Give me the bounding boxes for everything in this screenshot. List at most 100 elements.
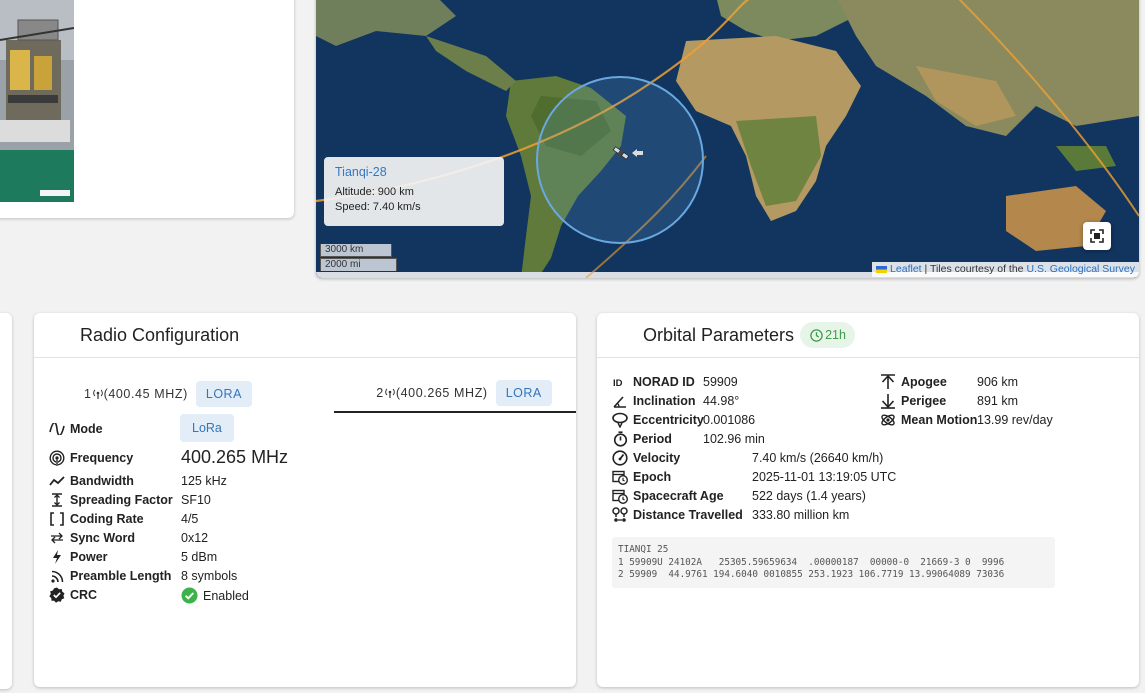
eccentricity-label: Eccentricity <box>633 413 704 427</box>
fullscreen-button[interactable] <box>1083 222 1111 250</box>
tab-1-frequency: (400.45 MHZ) <box>103 387 188 401</box>
verified-badge-icon <box>48 586 66 604</box>
spacecraft-age-label: Spacecraft Age <box>633 489 724 503</box>
coding-rate-value: 4/5 <box>181 512 199 526</box>
preamble-length-value: 8 symbols <box>181 569 238 583</box>
rss-signal-icon <box>48 567 66 585</box>
norad-id-row: ID NORAD ID <box>611 373 695 391</box>
leaflet-link[interactable]: Leaflet <box>890 263 922 275</box>
satellite-photo <box>0 0 74 202</box>
angle-icon <box>611 392 629 410</box>
speedometer-icon <box>611 449 629 467</box>
epoch-label: Epoch <box>633 470 672 484</box>
radio-card-title: Radio Configuration <box>80 324 240 345</box>
coding-rate-label: Coding Rate <box>70 512 144 526</box>
distance-travelled-row: Distance Travelled <box>611 506 743 524</box>
arrow-down-icon <box>879 392 897 410</box>
spreading-factor-label: Spreading Factor <box>70 493 173 507</box>
scale-bar-mi: 2000 mi <box>320 258 397 271</box>
period-label: Period <box>633 432 672 446</box>
tle-age-badge: 21h <box>800 322 855 348</box>
spreading-factor-value: SF10 <box>181 493 211 507</box>
crc-status-text: Enabled <box>203 588 249 603</box>
satellite-map[interactable]: Tianqi-28 Altitude: 900 km Speed: 7.40 k… <box>316 0 1139 278</box>
id-icon: ID <box>611 373 629 391</box>
svg-text:ID: ID <box>613 378 623 387</box>
ukraine-flag-icon <box>876 265 888 273</box>
clock-icon <box>810 328 823 342</box>
spacecraft-age-value: 522 days (1.4 years) <box>752 489 866 503</box>
mode-row: Mode <box>48 420 103 438</box>
eccentricity-row: Eccentricity <box>611 411 704 429</box>
distance-travelled-label: Distance Travelled <box>633 508 743 522</box>
sine-wave-icon <box>48 420 66 438</box>
orbit-card-title: Orbital Parameters <box>643 324 795 345</box>
epoch-value: 2025-11-01 13:19:05 UTC <box>752 470 897 484</box>
left-partial-card <box>0 313 12 689</box>
mean-motion-row: Mean Motion <box>879 411 977 429</box>
inclination-row: Inclination <box>611 392 696 410</box>
bandwidth-row: Bandwidth <box>48 472 134 490</box>
attribution-text: | Tiles courtesy of the <box>921 263 1027 275</box>
trend-line-icon <box>48 472 66 490</box>
transmitter-tabs: 1 (400.45 MHZ) LORA 2 (400.265 MHZ) LORA <box>34 375 576 415</box>
perigee-label: Perigee <box>901 394 947 408</box>
apogee-value: 906 km <box>977 375 1018 389</box>
epoch-row: Epoch <box>611 468 671 486</box>
inclination-value: 44.98° <box>703 394 740 408</box>
tab-2-frequency: (400.265 MHZ) <box>395 386 488 400</box>
ellipse-icon <box>611 411 629 429</box>
satellite-info-popup: Tianqi-28 Altitude: 900 km Speed: 7.40 k… <box>324 157 504 226</box>
vertical-expand-icon <box>48 491 66 509</box>
distance-travelled-value: 333.80 million km <box>752 508 850 522</box>
antenna-icon <box>92 389 103 399</box>
coding-rate-row: Coding Rate <box>48 510 144 528</box>
crc-row: CRC <box>48 586 97 604</box>
tle-text-block[interactable]: TIANQI 25 1 59909U 24102A 25305.59659634… <box>612 537 1055 588</box>
map-attribution: Leaflet | Tiles courtesy of the U.S. Geo… <box>872 262 1139 277</box>
altitude-text: Altitude: 900 km <box>335 186 414 198</box>
frequency-label: Frequency <box>70 451 134 465</box>
stopwatch-icon <box>611 430 629 448</box>
satellite-marker-icon[interactable] <box>612 145 646 161</box>
satellite-image-card <box>0 0 294 218</box>
norad-id-label: NORAD ID <box>633 375 695 389</box>
tab-transmitter-2[interactable]: 2 (400.265 MHZ) LORA <box>334 375 576 413</box>
norad-id-value: 59909 <box>703 375 738 389</box>
swap-arrows-icon <box>48 529 66 547</box>
mean-motion-value: 13.99 rev/day <box>977 413 1053 427</box>
orbit-card-header: Orbital Parameters 21h <box>597 313 1139 358</box>
bandwidth-value: 125 kHz <box>181 474 227 488</box>
scale-bar-km: 3000 km <box>320 244 392 257</box>
frequency-row: Frequency <box>48 449 133 467</box>
velocity-row: Velocity <box>611 449 680 467</box>
speed-text: Speed: 7.40 km/s <box>335 201 421 213</box>
satellite-name[interactable]: Tianqi-28 <box>335 165 493 179</box>
preamble-length-label: Preamble Length <box>70 569 172 583</box>
tab-transmitter-1[interactable]: 1 (400.45 MHZ) LORA <box>84 375 252 413</box>
arrow-up-icon <box>879 373 897 391</box>
antenna-icon <box>385 388 395 398</box>
mean-motion-label: Mean Motion <box>901 413 978 427</box>
velocity-label: Velocity <box>633 451 681 465</box>
tle-age-text: 21h <box>825 328 846 342</box>
tab-1-number: 1 <box>84 387 92 401</box>
tab-1-lora-badge: LORA <box>195 381 252 407</box>
sync-word-row: Sync Word <box>48 529 135 547</box>
period-value: 102.96 min <box>703 432 765 446</box>
apogee-row: Apogee <box>879 373 947 391</box>
usgs-link[interactable]: U.S. Geological Survey <box>1026 263 1135 275</box>
mode-value-badge: LoRa <box>180 414 234 442</box>
lightning-bolt-icon <box>48 548 66 566</box>
orbital-parameters-card: Orbital Parameters 21h ID NORAD ID 59909… <box>597 313 1139 687</box>
period-row: Period <box>611 430 672 448</box>
broadcast-icon <box>48 449 66 467</box>
radio-card-header: Radio Configuration <box>34 313 576 358</box>
orbit-rotation-icon <box>879 411 897 429</box>
tab-2-lora-badge: LORA <box>495 380 552 406</box>
sync-word-value: 0x12 <box>181 531 209 545</box>
calendar-clock-icon <box>611 487 629 505</box>
calendar-clock-icon <box>611 468 629 486</box>
mode-label: Mode <box>70 422 103 436</box>
power-row: Power <box>48 548 108 566</box>
